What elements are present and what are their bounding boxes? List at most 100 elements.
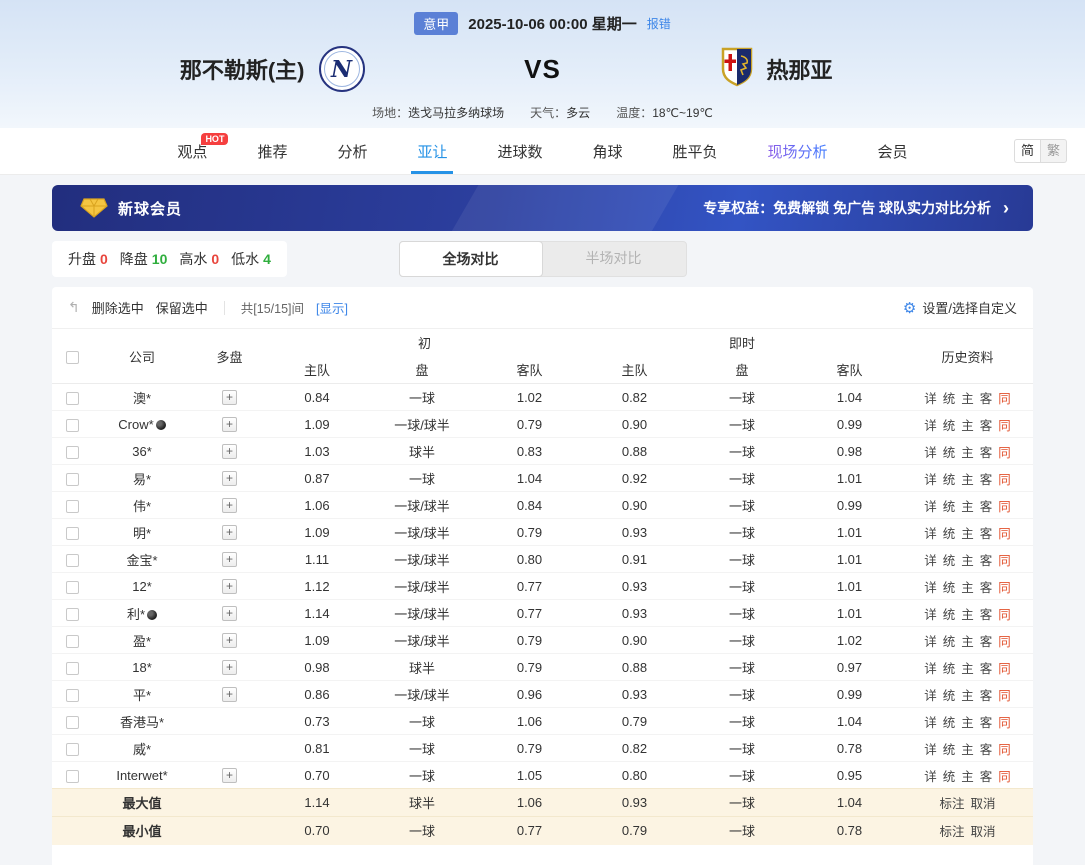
history-home-link[interactable]: 主: [961, 419, 974, 433]
history-home-link[interactable]: 主: [961, 689, 974, 703]
row-checkbox[interactable]: [65, 769, 79, 783]
history-detail-link[interactable]: 详: [924, 446, 937, 460]
history-home-link[interactable]: 主: [961, 527, 974, 541]
annotate-link[interactable]: 标注: [939, 797, 964, 811]
history-home-link[interactable]: 主: [961, 581, 974, 595]
expand-odds-button[interactable]: +: [222, 525, 237, 540]
expand-odds-button[interactable]: +: [222, 417, 237, 432]
history-home-link[interactable]: 主: [961, 770, 974, 784]
history-stats-link[interactable]: 统: [943, 635, 956, 649]
history-same-link[interactable]: 同: [998, 392, 1011, 406]
tab-recommend[interactable]: 推荐: [257, 128, 287, 174]
lang-traditional-button[interactable]: 繁: [1040, 139, 1067, 163]
history-same-link[interactable]: 同: [998, 500, 1011, 514]
half-match-tab[interactable]: 半场对比: [542, 242, 686, 276]
expand-odds-button[interactable]: +: [222, 471, 237, 486]
expand-odds-button[interactable]: +: [222, 444, 237, 459]
tab-analysis[interactable]: 分析: [337, 128, 367, 174]
expand-odds-button[interactable]: +: [222, 498, 237, 513]
history-detail-link[interactable]: 详: [924, 608, 937, 622]
history-home-link[interactable]: 主: [961, 392, 974, 406]
row-checkbox[interactable]: [65, 634, 79, 648]
history-stats-link[interactable]: 统: [943, 527, 956, 541]
row-checkbox[interactable]: [65, 607, 79, 621]
history-same-link[interactable]: 同: [998, 581, 1011, 595]
history-detail-link[interactable]: 详: [924, 527, 937, 541]
tab-goals[interactable]: 进球数: [497, 128, 542, 174]
history-home-link[interactable]: 主: [961, 716, 974, 730]
history-stats-link[interactable]: 统: [943, 770, 956, 784]
expand-odds-button[interactable]: +: [222, 687, 237, 702]
history-home-link[interactable]: 主: [961, 473, 974, 487]
history-away-link[interactable]: 客: [980, 392, 993, 406]
history-detail-link[interactable]: 详: [924, 743, 937, 757]
expand-odds-button[interactable]: +: [222, 660, 237, 675]
tab-live-analysis[interactable]: 现场分析: [768, 128, 828, 174]
history-away-link[interactable]: 客: [980, 581, 993, 595]
report-error-link[interactable]: 报错: [647, 15, 671, 32]
history-away-link[interactable]: 客: [980, 689, 993, 703]
history-stats-link[interactable]: 统: [943, 419, 956, 433]
delete-selected-button[interactable]: 删除选中: [92, 298, 144, 317]
history-stats-link[interactable]: 统: [943, 554, 956, 568]
history-away-link[interactable]: 客: [980, 608, 993, 622]
expand-odds-button[interactable]: +: [222, 633, 237, 648]
history-stats-link[interactable]: 统: [943, 446, 956, 460]
history-same-link[interactable]: 同: [998, 473, 1011, 487]
history-stats-link[interactable]: 统: [943, 689, 956, 703]
history-home-link[interactable]: 主: [961, 662, 974, 676]
annotate-link[interactable]: 标注: [939, 825, 964, 839]
history-away-link[interactable]: 客: [980, 554, 993, 568]
row-checkbox[interactable]: [65, 391, 79, 405]
history-stats-link[interactable]: 统: [943, 743, 956, 757]
row-checkbox[interactable]: [65, 526, 79, 540]
history-same-link[interactable]: 同: [998, 527, 1011, 541]
history-stats-link[interactable]: 统: [943, 608, 956, 622]
history-same-link[interactable]: 同: [998, 743, 1011, 757]
history-away-link[interactable]: 客: [980, 527, 993, 541]
history-away-link[interactable]: 客: [980, 446, 993, 460]
row-checkbox[interactable]: [65, 715, 79, 729]
history-detail-link[interactable]: 详: [924, 662, 937, 676]
cancel-link[interactable]: 取消: [971, 797, 996, 811]
history-away-link[interactable]: 客: [980, 500, 993, 514]
history-stats-link[interactable]: 统: [943, 716, 956, 730]
history-detail-link[interactable]: 详: [924, 500, 937, 514]
history-stats-link[interactable]: 统: [943, 392, 956, 406]
history-detail-link[interactable]: 详: [924, 635, 937, 649]
history-detail-link[interactable]: 详: [924, 419, 937, 433]
expand-odds-button[interactable]: +: [222, 390, 237, 405]
history-away-link[interactable]: 客: [980, 716, 993, 730]
expand-odds-button[interactable]: +: [222, 552, 237, 567]
history-stats-link[interactable]: 统: [943, 473, 956, 487]
lang-simplified-button[interactable]: 简: [1014, 139, 1041, 163]
history-detail-link[interactable]: 详: [924, 581, 937, 595]
history-same-link[interactable]: 同: [998, 716, 1011, 730]
tab-viewpoint[interactable]: 观点 HOT: [177, 128, 229, 174]
keep-selected-button[interactable]: 保留选中: [156, 298, 208, 317]
settings-link[interactable]: 设置/选择自定义: [922, 298, 1017, 317]
history-away-link[interactable]: 客: [980, 473, 993, 487]
history-home-link[interactable]: 主: [961, 446, 974, 460]
row-checkbox[interactable]: [65, 553, 79, 567]
history-stats-link[interactable]: 统: [943, 581, 956, 595]
history-same-link[interactable]: 同: [998, 689, 1011, 703]
tab-member[interactable]: 会员: [878, 128, 908, 174]
full-match-tab[interactable]: 全场对比: [398, 241, 543, 277]
expand-odds-button[interactable]: +: [222, 606, 237, 621]
row-checkbox[interactable]: [65, 742, 79, 756]
history-same-link[interactable]: 同: [998, 635, 1011, 649]
history-home-link[interactable]: 主: [961, 608, 974, 622]
cancel-link[interactable]: 取消: [971, 825, 996, 839]
history-same-link[interactable]: 同: [998, 446, 1011, 460]
row-checkbox[interactable]: [65, 472, 79, 486]
history-away-link[interactable]: 客: [980, 743, 993, 757]
history-same-link[interactable]: 同: [998, 608, 1011, 622]
expand-odds-button[interactable]: +: [222, 579, 237, 594]
history-away-link[interactable]: 客: [980, 635, 993, 649]
history-stats-link[interactable]: 统: [943, 662, 956, 676]
history-detail-link[interactable]: 详: [924, 392, 937, 406]
tab-win-draw-lose[interactable]: 胜平负: [673, 128, 718, 174]
history-home-link[interactable]: 主: [961, 743, 974, 757]
row-checkbox[interactable]: [65, 499, 79, 513]
